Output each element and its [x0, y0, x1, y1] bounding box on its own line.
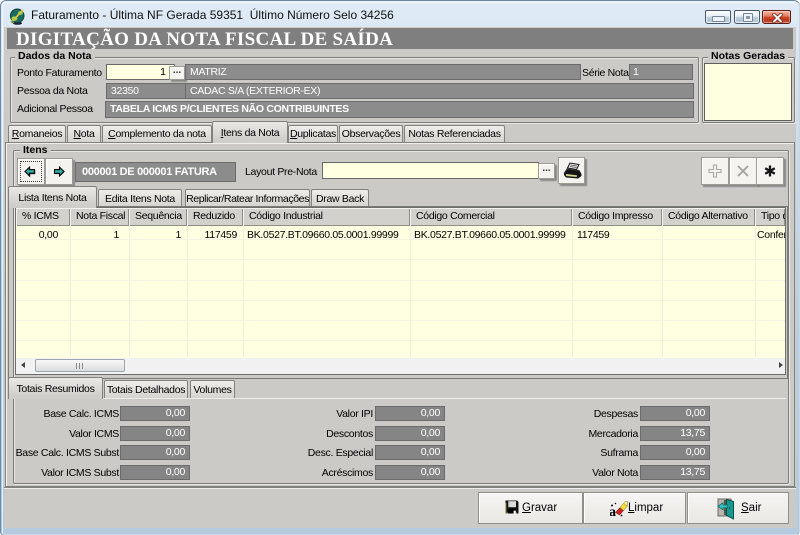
svg-text:a: a	[610, 505, 616, 517]
